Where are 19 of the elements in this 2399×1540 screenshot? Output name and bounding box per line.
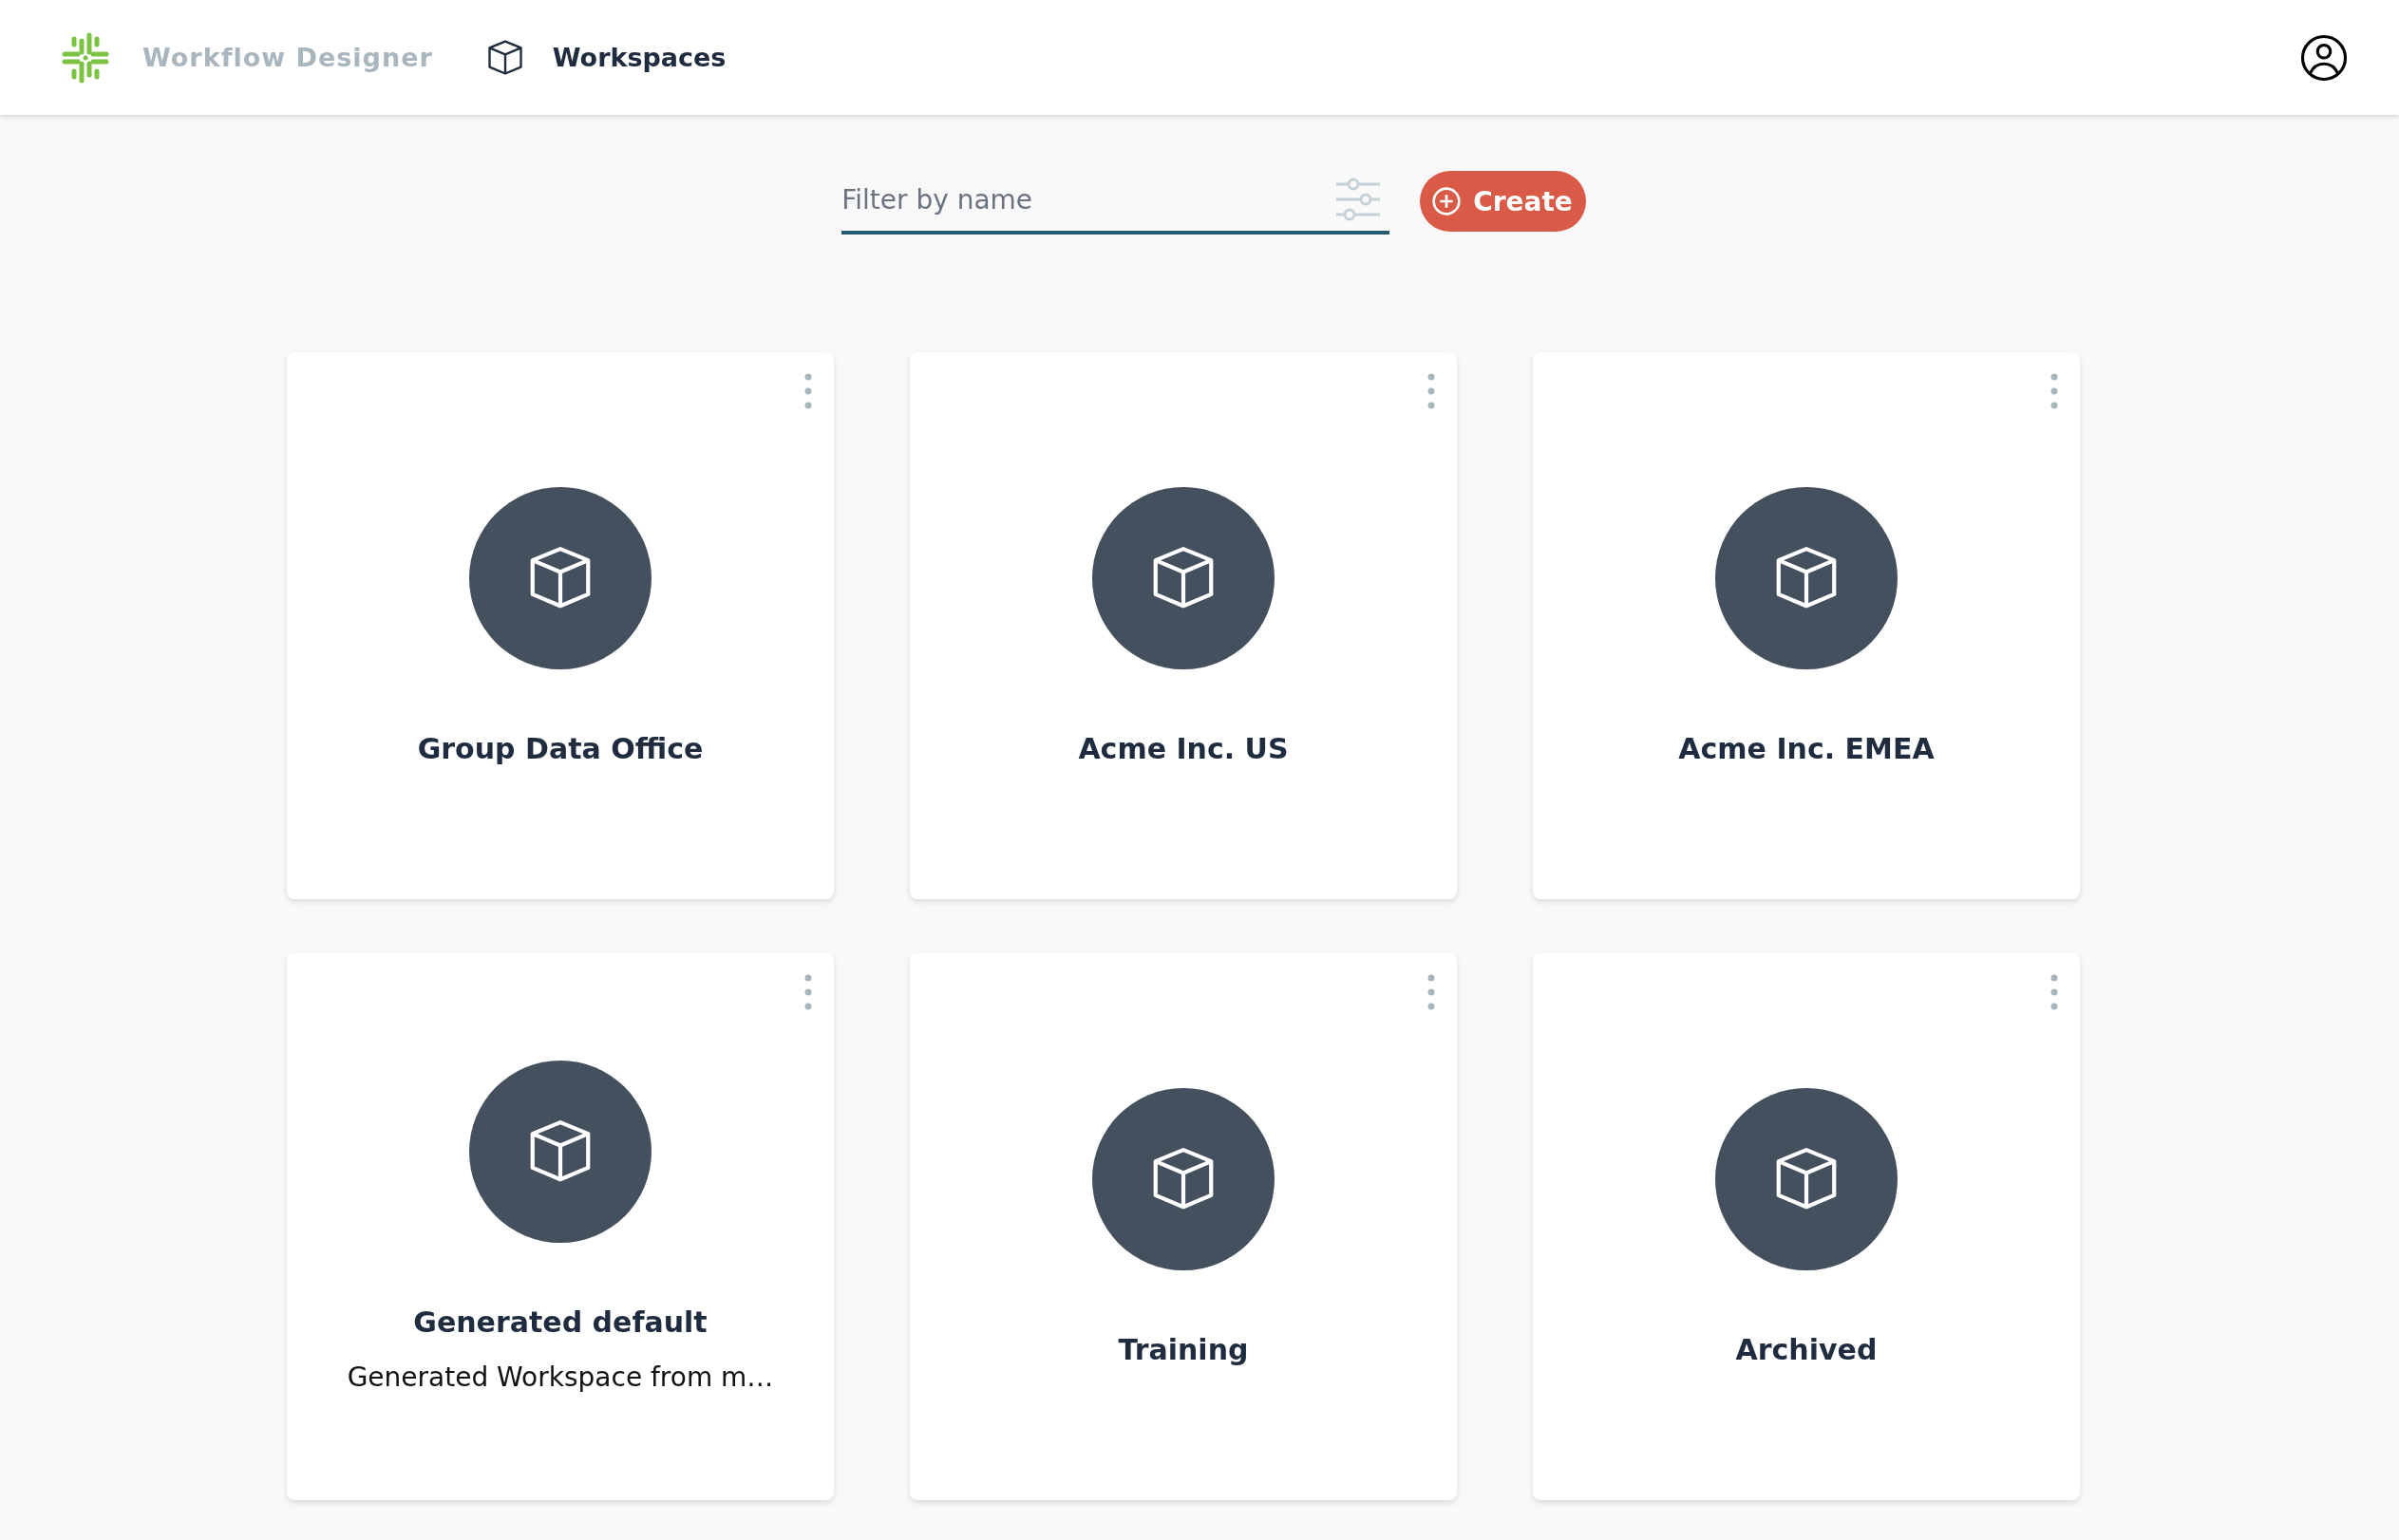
workspace-name: Training bbox=[1118, 1332, 1249, 1366]
app-name: Workflow Designer bbox=[142, 43, 433, 72]
nav-link[interactable]: Workspaces bbox=[552, 43, 727, 72]
workspace-card[interactable]: Acme Inc. EMEA bbox=[1533, 352, 2080, 899]
workspace-card[interactable]: Group Data Office bbox=[287, 352, 834, 899]
workspace-name: Archived bbox=[1735, 1332, 1878, 1366]
workspace-card[interactable]: Acme Inc. US bbox=[910, 352, 1457, 899]
sliders-icon[interactable] bbox=[1334, 178, 1383, 221]
workspace-name: Generated default bbox=[413, 1305, 708, 1339]
workspace-card[interactable]: Training bbox=[910, 953, 1457, 1500]
workspace-description: Generated Workspace from m… bbox=[347, 1362, 774, 1393]
workspace-name: Group Data Office bbox=[417, 731, 704, 765]
filter-field[interactable]: Filter by name bbox=[841, 168, 1390, 235]
workspace-card[interactable]: Archived bbox=[1533, 953, 2080, 1500]
workspace-name: Acme Inc. EMEA bbox=[1678, 731, 1935, 765]
create-button[interactable]: Create bbox=[1420, 171, 1586, 232]
workspace-card[interactable]: Generated default Generated Workspace from m… bbox=[287, 953, 834, 1500]
workspace-name: Acme Inc. US bbox=[1078, 731, 1289, 765]
plus-icon bbox=[1431, 186, 1463, 216]
